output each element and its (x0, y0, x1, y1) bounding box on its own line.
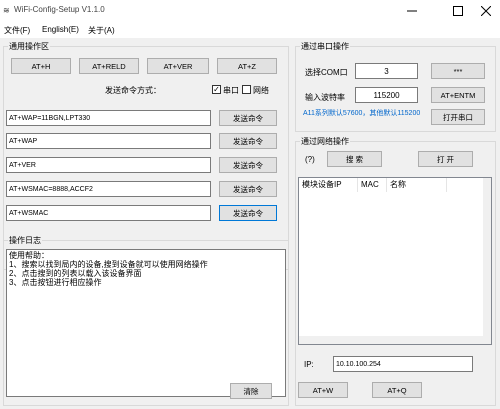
menu-about[interactable]: 关于(A) (88, 25, 115, 36)
send-button-4[interactable]: 发送命令 (219, 181, 277, 197)
send-button-1[interactable]: 发送命令 (219, 110, 277, 126)
at-entm-button[interactable]: AT+ENTM (431, 87, 485, 103)
at-q-button[interactable]: AT+Q (372, 382, 422, 398)
log-textarea[interactable]: 使用帮助： 1、搜索以找到局内的设备,搜到设备就可以使用网络操作 2、点击搜到的… (6, 249, 286, 397)
serial-checkbox[interactable]: ✓ (212, 85, 221, 94)
clear-log-button[interactable]: 清除 (230, 383, 272, 399)
ip-label: IP: (304, 360, 314, 369)
maximize-button[interactable] (446, 2, 470, 20)
common-ops-title: 通用操作区 (8, 42, 50, 51)
main-client-area: 通用操作区 AT+H AT+RELD AT+VER AT+Z 发送命令方式： ✓… (0, 38, 500, 409)
minimize-button[interactable] (400, 2, 424, 20)
common-ops-group: 通用操作区 AT+H AT+RELD AT+VER AT+Z 发送命令方式： ✓… (3, 42, 289, 270)
device-list-horizontal-scrollbar[interactable] (299, 336, 491, 344)
command-input-2[interactable]: AT+WAP (6, 133, 211, 149)
maximize-icon (453, 6, 463, 16)
baud-rate-label: 输入波特率 (305, 93, 345, 102)
log-title: 操作日志 (8, 236, 42, 245)
network-group: 通过网络操作 (?) 搜 索 打 开 模块设备IP MAC 名称 IP: 10.… (295, 137, 496, 406)
menu-file[interactable]: 文件(F) (4, 25, 30, 36)
network-label: 网络 (253, 86, 269, 95)
close-button[interactable] (474, 2, 498, 20)
menu-english[interactable]: English(E) (42, 25, 79, 34)
at-w-button[interactable]: AT+W (298, 382, 348, 398)
search-button[interactable]: 搜 索 (327, 151, 382, 167)
com-port-label: 选择COM口 (305, 68, 348, 77)
log-line-4: 3、点击按钮进行相应操作 (9, 278, 102, 287)
serial-label: 串口 (223, 86, 239, 95)
command-input-5[interactable]: AT+WSMAC (6, 205, 211, 221)
send-button-5[interactable]: 发送命令 (219, 205, 277, 221)
log-group: 操作日志 使用帮助： 1、搜索以找到局内的设备,搜到设备就可以使用网络操作 2、… (3, 236, 289, 406)
column-device-ip[interactable]: 模块设备IP (299, 178, 358, 192)
title-bar: ≋ WiFi-Config-Setup V1.1.0 (0, 0, 500, 22)
network-group-title: 通过网络操作 (300, 137, 350, 146)
close-icon (481, 6, 491, 16)
log-line-1: 使用帮助： (9, 251, 49, 260)
command-input-4[interactable]: AT+WSMAC=8888,ACCF2 (6, 181, 211, 197)
log-line-2: 1、搜索以找到局内的设备,搜到设备就可以使用网络操作 (9, 260, 208, 269)
baud-rate-input[interactable]: 115200 (355, 87, 418, 103)
network-help-label[interactable]: (?) (305, 155, 315, 164)
serial-group-title: 通过串口操作 (300, 42, 350, 51)
open-device-button[interactable]: 打 开 (418, 151, 473, 167)
window-title: WiFi-Config-Setup V1.1.0 (14, 5, 105, 14)
command-input-3[interactable]: AT+VER (6, 157, 211, 173)
com-port-input[interactable]: 3 (355, 63, 418, 79)
at-h-button[interactable]: AT+H (11, 58, 71, 74)
ip-input[interactable]: 10.10.100.254 (333, 356, 473, 372)
send-button-3[interactable]: 发送命令 (219, 157, 277, 173)
at-reld-button[interactable]: AT+RELD (79, 58, 139, 74)
more-button[interactable]: *** (431, 63, 485, 79)
send-mode-label: 发送命令方式： (105, 86, 161, 95)
baud-note: A11系列默认57600，其他默认115200 (303, 110, 421, 117)
open-serial-button[interactable]: 打开串口 (431, 109, 485, 125)
send-button-2[interactable]: 发送命令 (219, 133, 277, 149)
minimize-icon (407, 10, 417, 12)
serial-group: 通过串口操作 选择COM口 3 *** 输入波特率 115200 AT+ENTM… (295, 42, 496, 132)
menu-bar: 文件(F) English(E) 关于(A) (0, 22, 500, 38)
column-mac[interactable]: MAC (358, 178, 387, 192)
wifi-config-app-icon: ≋ (3, 6, 10, 15)
column-name[interactable]: 名称 (387, 178, 447, 192)
log-line-3: 2、点击搜到的列表以载入该设备界面 (9, 269, 142, 278)
network-checkbox[interactable] (242, 85, 251, 94)
command-input-1[interactable]: AT+WAP=11BGN,LPT330 (6, 110, 211, 126)
device-list-vertical-scrollbar[interactable] (483, 178, 491, 344)
at-z-button[interactable]: AT+Z (217, 58, 277, 74)
at-ver-button[interactable]: AT+VER (147, 58, 209, 74)
device-list[interactable]: 模块设备IP MAC 名称 (298, 177, 492, 345)
